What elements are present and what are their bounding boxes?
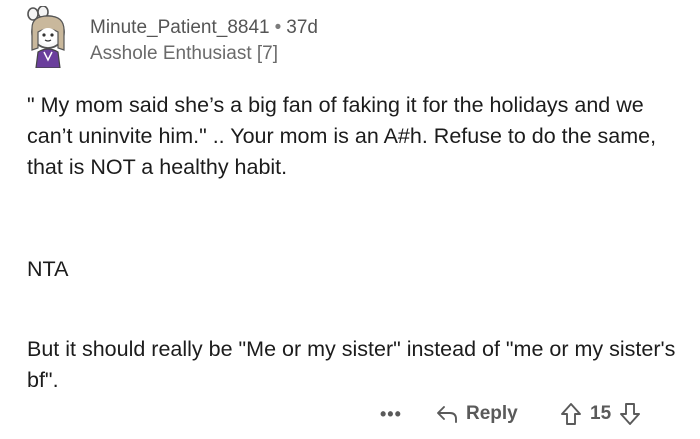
upvote-arrow-icon[interactable] bbox=[560, 402, 582, 426]
more-options-label: ••• bbox=[380, 403, 402, 424]
comment-paragraph: But it should really be "Me or my sister… bbox=[27, 337, 676, 392]
comment-header: Minute_Patient_8841 • 37d Asshole Enthusia… bbox=[90, 18, 318, 63]
separator-dot: • bbox=[274, 17, 282, 38]
username-line: Minute_Patient_8841 • 37d bbox=[90, 18, 318, 37]
vote-count: 15 bbox=[590, 403, 612, 424]
reply-label: Reply bbox=[466, 403, 518, 424]
comment-age: 37d bbox=[286, 17, 318, 38]
username-link[interactable]: Minute_Patient_8841 bbox=[90, 17, 270, 38]
vote-controls: 15 bbox=[560, 398, 641, 430]
user-flair: Asshole Enthusiast [7] bbox=[90, 43, 278, 64]
comment: Minute_Patient_8841 • 37d Asshole Enthusia… bbox=[0, 0, 700, 439]
comment-paragraph: NTA bbox=[27, 257, 69, 281]
more-options-button[interactable]: ••• bbox=[380, 398, 402, 430]
downvote-arrow-icon[interactable] bbox=[619, 402, 641, 426]
user-avatar-icon[interactable] bbox=[20, 5, 78, 69]
comment-paragraph: " My mom said she’s a big fan of faking … bbox=[27, 93, 657, 179]
reply-arrow-icon bbox=[436, 404, 458, 424]
reply-button[interactable]: Reply bbox=[436, 398, 518, 430]
